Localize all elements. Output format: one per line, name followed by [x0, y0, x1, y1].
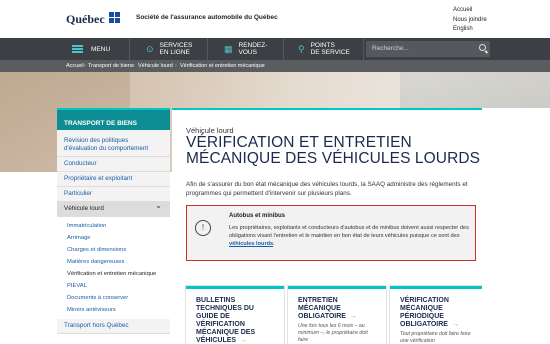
- card-mandatory-maintenance[interactable]: ENTRETIEN MÉCANIQUE OBLIGATOIRE → Une foi…: [288, 286, 386, 344]
- sub-item-securing[interactable]: Arrimage: [57, 232, 170, 244]
- arrow-right-icon: →: [451, 321, 459, 328]
- sub-item-registration[interactable]: Immatriculation: [57, 220, 170, 232]
- card-periodic-inspection[interactable]: VÉRIFICATION MÉCANIQUE PÉRIODIQUE OBLIGA…: [390, 286, 488, 344]
- breadcrumb-separator: ›: [175, 63, 177, 69]
- breadcrumb-separator: ›: [84, 63, 86, 69]
- alert-box: ! Autobus et minibus Les propriétaires, …: [186, 205, 476, 261]
- map-pin-icon: ⚲: [298, 43, 305, 54]
- sub-item-dangerous-goods[interactable]: Matières dangereuses: [57, 256, 170, 268]
- quebec-logo[interactable]: Québec: [66, 12, 105, 27]
- link-home[interactable]: Accueil: [453, 6, 487, 16]
- breadcrumb-current: Vérification et entretien mécanique: [180, 63, 265, 69]
- link-contact[interactable]: Nous joindre: [453, 16, 487, 26]
- sub-item-pieval[interactable]: PIEVAL: [57, 280, 170, 292]
- breadcrumb-separator: ›: [133, 63, 135, 69]
- breadcrumb-home[interactable]: Accueil: [66, 63, 84, 69]
- organization-name: Société de l'assurance automobile du Qué…: [136, 14, 278, 21]
- sub-item-documents[interactable]: Documents à conserver: [57, 292, 170, 304]
- nav-rdv-label-1: RENDEZ-: [238, 42, 268, 49]
- alert-title: Autobus et minibus: [229, 213, 285, 219]
- nav-online-services[interactable]: ⊙ SERVICES EN LIGNE: [130, 38, 208, 60]
- nav-online-label-2: EN LIGNE: [159, 49, 190, 56]
- breadcrumb-transport[interactable]: Transport de biens: [88, 63, 134, 69]
- sub-item-inspection[interactable]: Vérification et entretien mécanique: [57, 268, 170, 280]
- sidebar-item-individual[interactable]: Particulier: [57, 187, 170, 202]
- nav-appointments[interactable]: ▦ RENDEZ- VOUS: [208, 38, 284, 60]
- breadcrumb: Accueil › Transport de biens › Véhicule …: [0, 60, 550, 72]
- search-icon[interactable]: [479, 44, 486, 51]
- arrow-right-icon: →: [240, 337, 248, 344]
- page-title: VÉRIFICATION ET ENTRETIEN MÉCANIQUE DES …: [186, 134, 481, 167]
- card-technical-bulletins[interactable]: BULLETINS TECHNIQUES DU GUIDE DE VÉRIFIC…: [186, 286, 284, 344]
- link-english[interactable]: English: [453, 25, 487, 35]
- heavy-vehicle-link[interactable]: véhicules lourds: [229, 241, 273, 247]
- nav-online-label-1: SERVICES: [159, 42, 193, 49]
- search-input[interactable]: Recherche...: [366, 41, 490, 57]
- hamburger-icon: [72, 45, 83, 53]
- intro-text: Afin de s'assurer du bon état mécanique …: [186, 181, 468, 197]
- sidebar-item-driver[interactable]: Conducteur: [57, 157, 170, 172]
- sidebar-heading: TRANSPORT DE BIENS: [57, 108, 170, 130]
- top-links: Accueil Nous joindre English: [453, 6, 487, 35]
- header: Québec Société de l'assurance automobile…: [0, 0, 550, 38]
- main-nav: MENU ⊙ SERVICES EN LIGNE ▦ RENDEZ- VOUS ⚲ …: [0, 38, 550, 60]
- flag-icon: [109, 12, 120, 23]
- sub-item-loads[interactable]: Charges et dimensions: [57, 244, 170, 256]
- warning-icon: !: [195, 220, 211, 236]
- sidebar-item-policy[interactable]: Révision des politiques d'évaluation du …: [57, 134, 170, 157]
- sidebar-item-outside-quebec[interactable]: Transport hors Québec: [57, 319, 170, 334]
- sidebar: TRANSPORT DE BIENS Révision des politiqu…: [57, 108, 170, 344]
- breadcrumb-heavy-vehicle[interactable]: Véhicule lourd: [138, 63, 173, 69]
- menu-button[interactable]: MENU: [60, 38, 130, 60]
- main-content: Véhicule lourd VÉRIFICATION ET ENTRETIEN…: [172, 108, 488, 344]
- sidebar-item-owner[interactable]: Propriétaire et exploitant: [57, 172, 170, 187]
- calendar-icon: ▦: [224, 43, 233, 54]
- sub-item-mirrors[interactable]: Miroirs antéviseurs: [57, 304, 170, 316]
- menu-label: MENU: [91, 45, 111, 53]
- nav-service-points[interactable]: ⚲ POINTS DE SERVICE: [284, 38, 364, 60]
- search-placeholder: Recherche...: [372, 45, 409, 52]
- arrow-right-icon: →: [349, 313, 357, 320]
- nav-rdv-label-2: VOUS: [238, 49, 257, 56]
- nav-points-label-1: POINTS: [310, 42, 335, 49]
- nav-points-label-2: DE SERVICE: [310, 49, 350, 56]
- mouse-click-icon: ⊙: [146, 43, 154, 54]
- alert-text: Les propriétaires, exploitants et conduc…: [229, 225, 469, 247]
- card-description: Tout propriétaire doit faire faire une v…: [400, 331, 471, 344]
- card-description: Une fois tous les 6 mois – au minimum –,…: [298, 323, 368, 343]
- sidebar-item-heavy-vehicle[interactable]: Véhicule lourd: [57, 202, 170, 217]
